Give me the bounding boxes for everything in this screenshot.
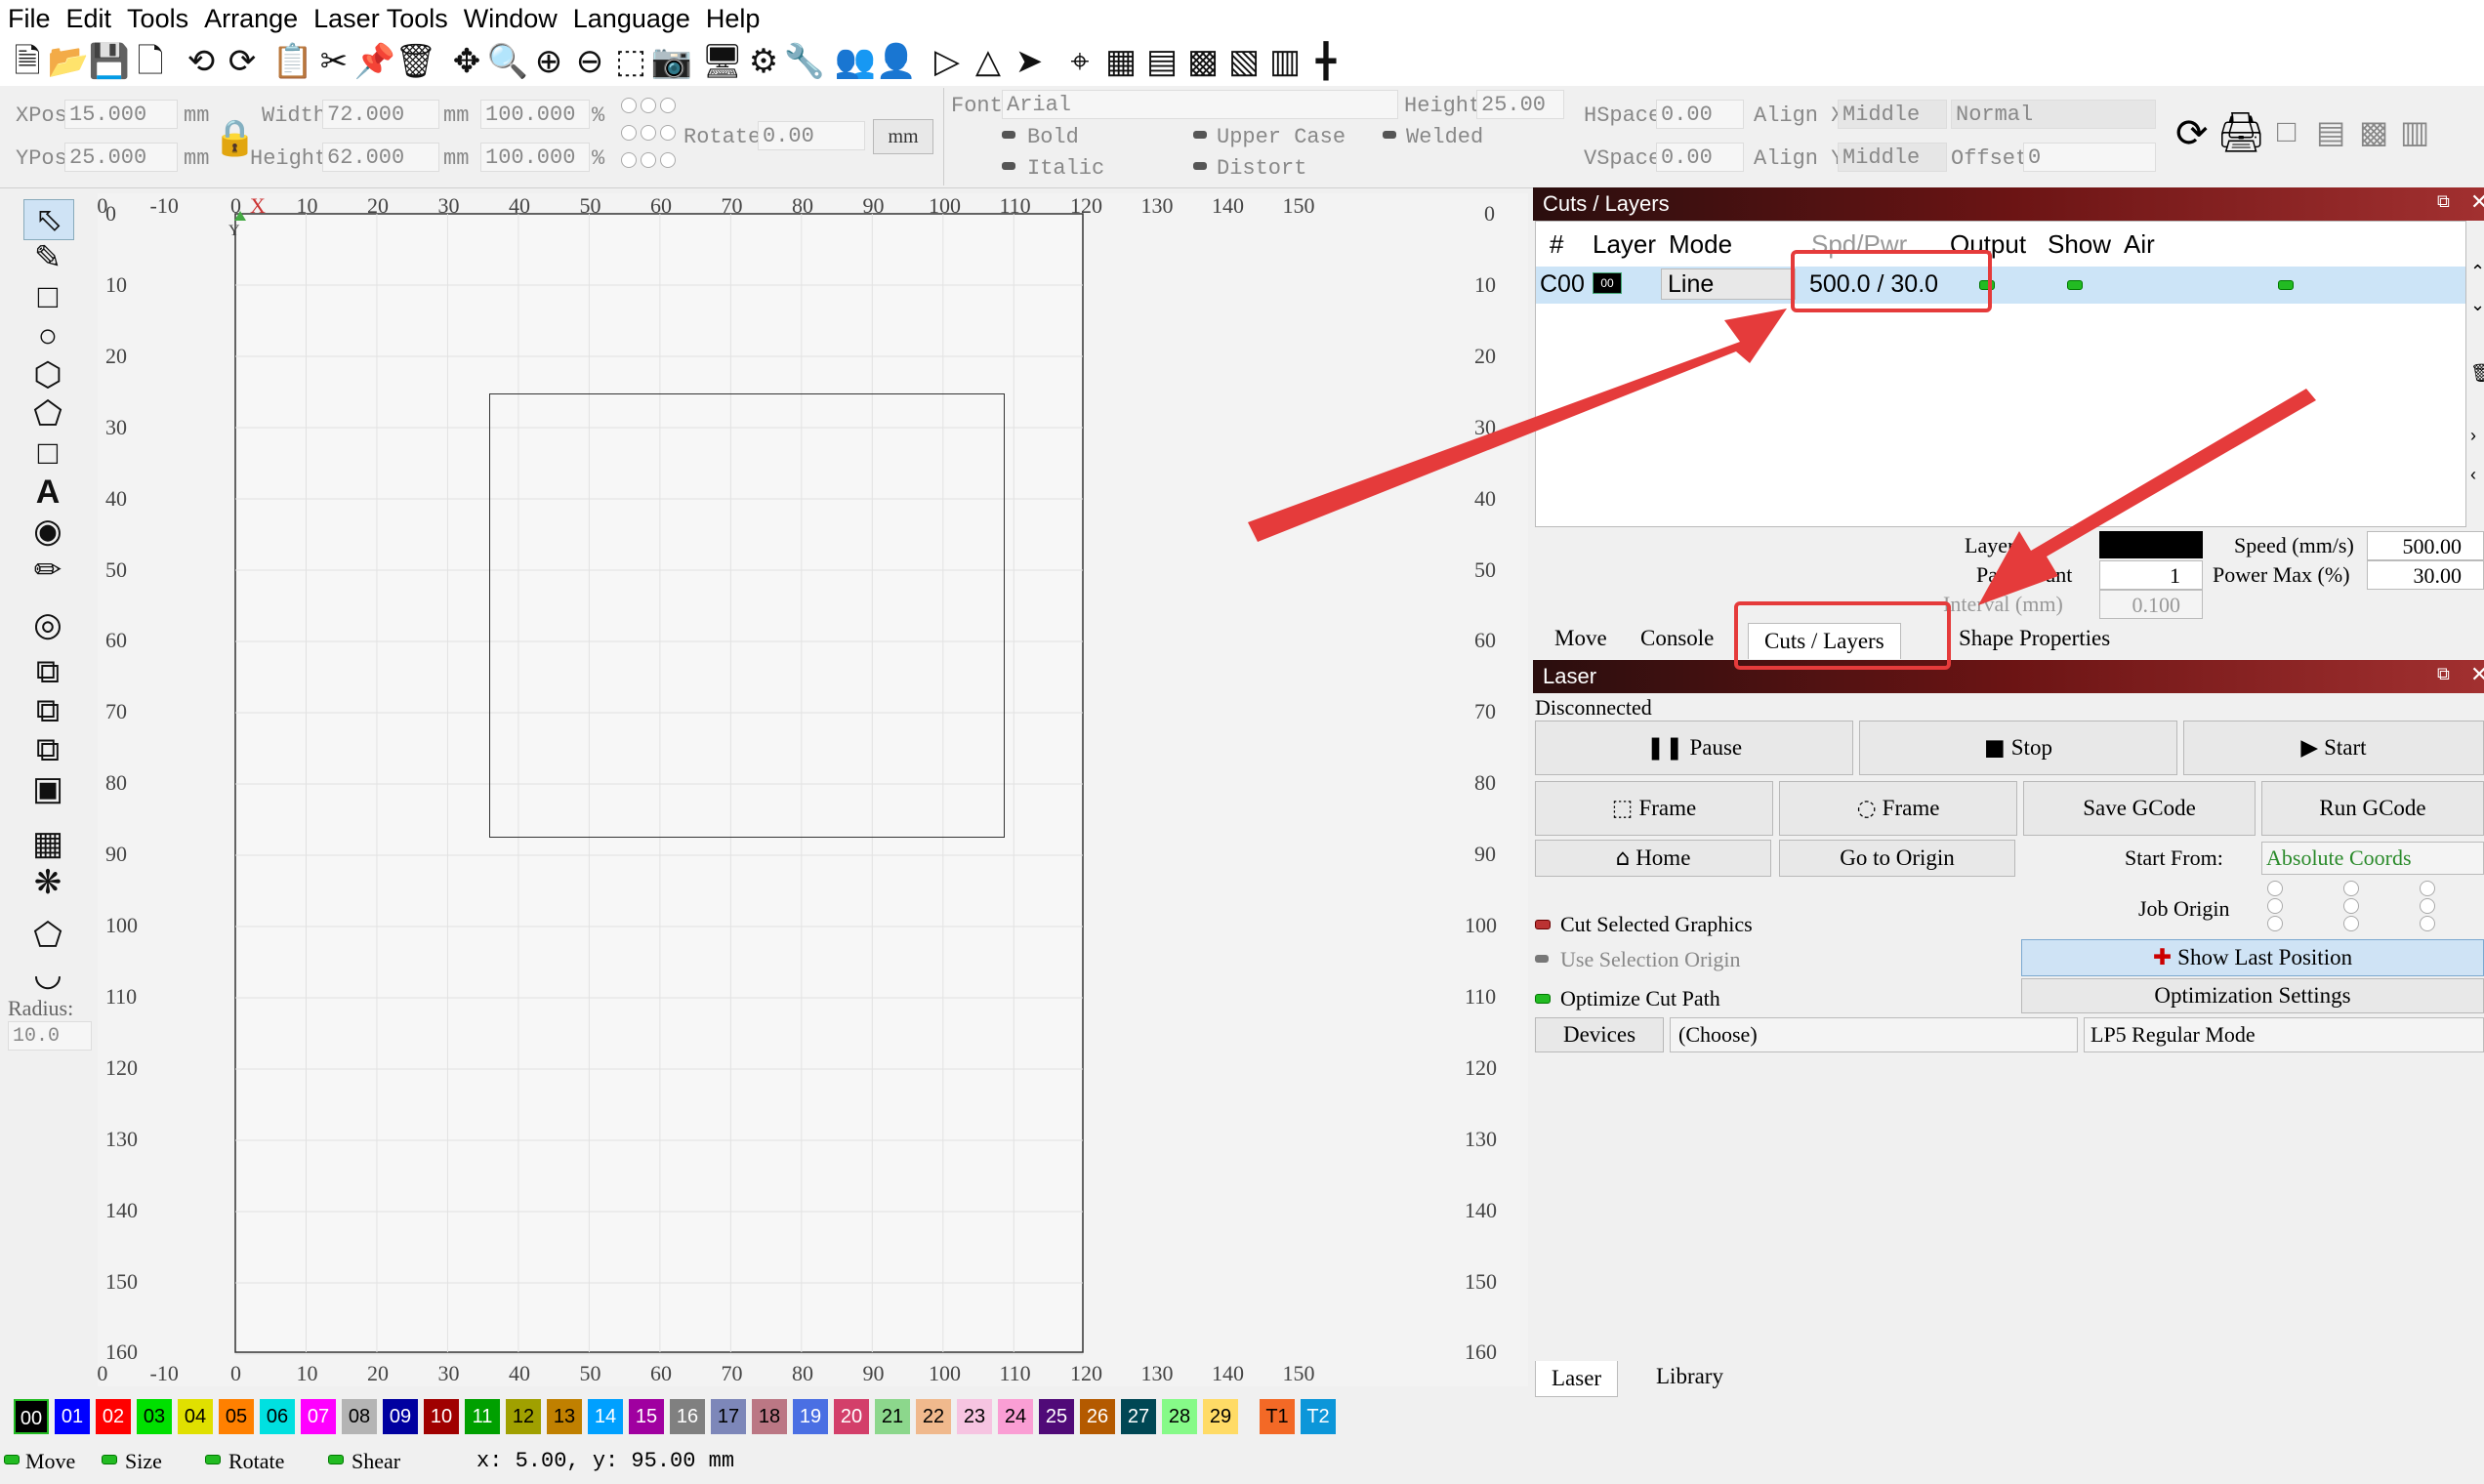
arrow-to-spdpwr: [1248, 309, 1787, 542]
annotation-arrows: [1248, 309, 2316, 605]
arrow-to-cuts-tab: [1978, 389, 2316, 605]
